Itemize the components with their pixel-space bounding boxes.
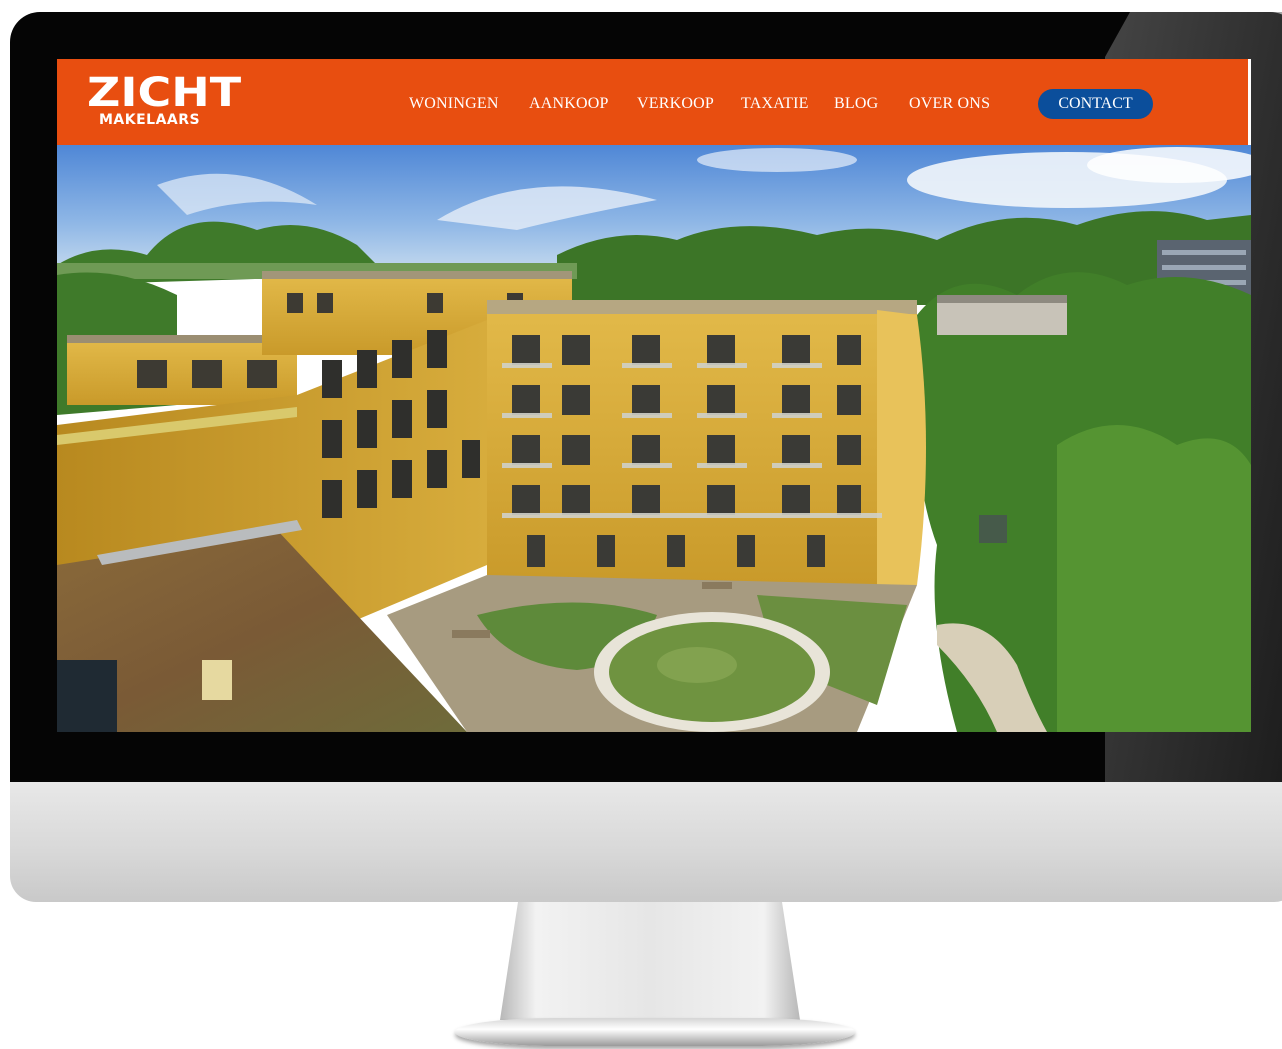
- building-rounded-corner: [877, 310, 926, 585]
- monitor-stand: [500, 902, 800, 1020]
- logo-subtitle: MAKELAARS: [99, 112, 201, 128]
- monitor-chin: [10, 782, 1282, 902]
- roof-vent: [202, 660, 232, 700]
- nav-item-blog[interactable]: BLOG: [834, 95, 878, 113]
- nav-item-over-ons[interactable]: OVER ONS: [909, 95, 990, 113]
- logo-wordmark: ZICHT: [87, 70, 242, 116]
- monitor-stand-base: [455, 1018, 855, 1046]
- nav-item-taxatie[interactable]: TAXATIE: [741, 95, 809, 113]
- utility-box: [979, 515, 1007, 543]
- contact-button[interactable]: CONTACT: [1038, 89, 1153, 119]
- nav-item-verkoop[interactable]: VERKOOP: [637, 95, 714, 113]
- bench: [452, 630, 490, 638]
- trees-right-highlight: [1057, 425, 1251, 732]
- nav-item-woningen[interactable]: WONINGEN: [409, 95, 499, 113]
- website-screen: ZICHT MAKELAARS WONINGEN AANKOOP VERKOOP…: [57, 59, 1251, 732]
- brand-logo[interactable]: ZICHT MAKELAARS: [87, 73, 241, 131]
- cloud: [697, 148, 857, 172]
- monitor-mockup: ZICHT MAKELAARS WONINGEN AANKOOP VERKOOP…: [0, 0, 1282, 1049]
- site-header: ZICHT MAKELAARS WONINGEN AANKOOP VERKOOP…: [57, 59, 1248, 145]
- bench: [702, 582, 732, 589]
- solar-panels: [57, 660, 117, 732]
- nav-item-aankoop[interactable]: AANKOOP: [529, 95, 609, 113]
- hero-image: [57, 145, 1251, 732]
